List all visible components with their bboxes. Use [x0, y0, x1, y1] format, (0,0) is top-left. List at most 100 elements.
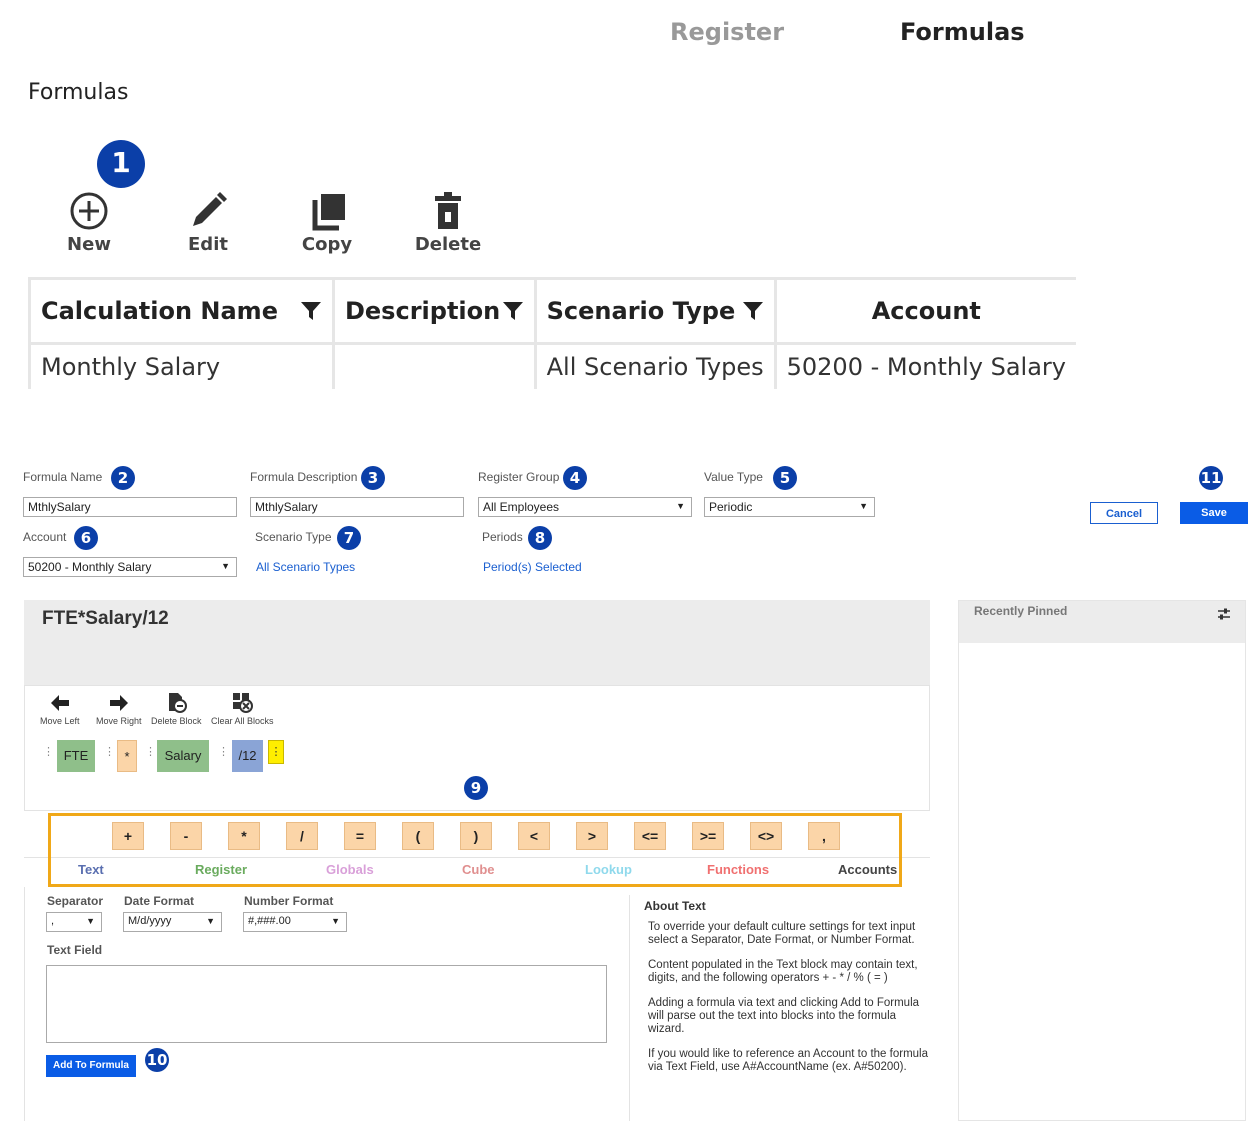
- account-select[interactable]: 50200 - Monthly Salary ▼: [23, 557, 237, 577]
- edit-label: Edit: [188, 234, 228, 255]
- operator-open-paren-button[interactable]: (: [402, 822, 434, 850]
- cancel-button[interactable]: Cancel: [1090, 502, 1158, 524]
- arrow-left-icon: [50, 695, 69, 711]
- operator-less-equal-button[interactable]: <=: [634, 822, 666, 850]
- pencil-icon: [193, 192, 227, 226]
- callout-badge-3: 3: [361, 466, 385, 490]
- date-format-select[interactable]: M/d/yyyy ▼: [123, 912, 222, 932]
- insertion-cursor-block[interactable]: ⋮: [268, 740, 284, 764]
- clear-all-icon: [233, 693, 254, 713]
- about-title: About Text: [644, 899, 706, 913]
- callout-badge-8: 8: [528, 526, 552, 550]
- filter-icon[interactable]: [742, 300, 764, 322]
- cell-account: 50200 - Monthly Salary: [773, 342, 1076, 389]
- recently-pinned-panel: Recently Pinned: [958, 600, 1246, 1121]
- periods-link[interactable]: Period(s) Selected: [483, 560, 582, 574]
- delete-block-button[interactable]: Delete Block: [151, 691, 202, 726]
- about-paragraph: Adding a formula via text and clicking A…: [648, 997, 920, 1035]
- operator-greater-than-button[interactable]: >: [576, 822, 608, 850]
- filter-icon[interactable]: [502, 300, 524, 322]
- number-format-label: Number Format: [244, 894, 334, 908]
- formula-block-divisor[interactable]: /12: [232, 740, 263, 772]
- operator-equals-button[interactable]: =: [344, 822, 376, 850]
- nav-formulas[interactable]: Formulas: [900, 18, 1025, 46]
- register-group-label: Register Group: [478, 470, 560, 484]
- operator-multiply-button[interactable]: *: [228, 822, 260, 850]
- add-circle-icon: [70, 192, 108, 230]
- cell-description: [331, 342, 537, 389]
- operator-plus-button[interactable]: +: [112, 822, 144, 850]
- callout-badge-4: 4: [563, 466, 587, 490]
- number-format-select[interactable]: #,###.00 ▼: [243, 912, 347, 932]
- separator-select[interactable]: , ▼: [46, 912, 102, 932]
- formula-name-input[interactable]: MthlySalary: [23, 497, 237, 517]
- callout-badge-2: 2: [111, 466, 135, 490]
- move-left-button[interactable]: Move Left: [40, 691, 80, 726]
- operator-less-than-button[interactable]: <: [518, 822, 550, 850]
- move-right-button[interactable]: Move Right: [96, 691, 142, 726]
- new-label: New: [67, 234, 111, 255]
- callout-badge-9: 9: [464, 776, 488, 800]
- account-label: Account: [23, 530, 67, 544]
- formula-block-fte[interactable]: FTE: [57, 740, 95, 772]
- operator-comma-button[interactable]: ,: [808, 822, 840, 850]
- formula-expression-panel: FTE*Salary/12: [24, 600, 930, 685]
- move-left-label: Move Left: [40, 716, 80, 726]
- delete-block-icon: [169, 693, 188, 713]
- recently-pinned-title: Recently Pinned: [974, 604, 1068, 618]
- formula-block-operator[interactable]: *: [117, 740, 137, 772]
- col-header-calculation-name[interactable]: Calculation Name: [28, 277, 335, 344]
- col-header-label: Calculation Name: [41, 297, 278, 325]
- table-row[interactable]: Monthly Salary All Scenario Types 50200 …: [28, 342, 1076, 389]
- dropdown-arrow-icon: ▼: [676, 501, 685, 511]
- formulas-grid: Calculation Name Description Scenario Ty…: [28, 277, 1076, 389]
- scenario-type-link[interactable]: All Scenario Types: [256, 560, 355, 574]
- delete-button[interactable]: Delete: [408, 186, 488, 255]
- dropdown-arrow-icon: ▼: [331, 916, 340, 926]
- nav-register[interactable]: Register: [670, 18, 784, 46]
- formula-description-input[interactable]: MthlySalary: [250, 497, 464, 517]
- value-type-select[interactable]: Periodic ▼: [704, 497, 875, 517]
- separator-label: Separator: [47, 894, 104, 908]
- operator-minus-button[interactable]: -: [170, 822, 202, 850]
- col-header-scenario-type[interactable]: Scenario Type: [533, 277, 777, 344]
- filter-icon[interactable]: [300, 300, 322, 322]
- delete-block-label: Delete Block: [151, 716, 202, 726]
- formula-expression: FTE*Salary/12: [42, 608, 169, 629]
- drag-handle-icon[interactable]: ⋮: [218, 745, 229, 758]
- account-value: 50200 - Monthly Salary: [28, 560, 152, 574]
- operator-not-equal-button[interactable]: <>: [750, 822, 782, 850]
- dropdown-arrow-icon: ▼: [221, 561, 230, 571]
- operator-close-paren-button[interactable]: ): [460, 822, 492, 850]
- operator-greater-equal-button[interactable]: >=: [692, 822, 724, 850]
- date-format-label: Date Format: [124, 894, 195, 908]
- callout-badge-6: 6: [74, 526, 98, 550]
- about-text-panel: About Text To override your default cult…: [629, 895, 929, 1121]
- formula-block-salary[interactable]: Salary: [157, 740, 209, 772]
- callout-badge-7: 7: [337, 526, 361, 550]
- callout-badge-10: 10: [145, 1048, 169, 1072]
- periods-label: Periods: [482, 530, 523, 544]
- save-button[interactable]: Save: [1180, 502, 1248, 524]
- register-group-select[interactable]: All Employees ▼: [478, 497, 692, 517]
- copy-button[interactable]: Copy: [287, 186, 367, 255]
- text-field-input[interactable]: [46, 965, 607, 1043]
- drag-handle-icon[interactable]: ⋮: [104, 745, 115, 758]
- clear-all-blocks-button[interactable]: Clear All Blocks: [211, 691, 274, 726]
- col-header-description[interactable]: Description: [331, 277, 537, 344]
- drag-handle-icon[interactable]: ⋮: [145, 745, 156, 758]
- add-to-formula-button[interactable]: Add To Formula: [46, 1055, 136, 1077]
- move-right-label: Move Right: [96, 716, 142, 726]
- drag-handle-icon[interactable]: ⋮: [43, 745, 54, 758]
- settings-sliders-icon[interactable]: [1217, 607, 1231, 621]
- col-header-account[interactable]: Account: [773, 277, 1076, 344]
- col-header-label: Description: [344, 297, 501, 325]
- trash-icon: [435, 192, 461, 229]
- delete-label: Delete: [414, 234, 482, 255]
- edit-button[interactable]: Edit: [168, 186, 248, 255]
- register-group-value: All Employees: [483, 500, 560, 514]
- new-button[interactable]: New: [49, 186, 129, 255]
- copy-label: Copy: [301, 234, 353, 255]
- operator-divide-button[interactable]: /: [286, 822, 318, 850]
- about-paragraph: Content populated in the Text block may …: [648, 959, 918, 984]
